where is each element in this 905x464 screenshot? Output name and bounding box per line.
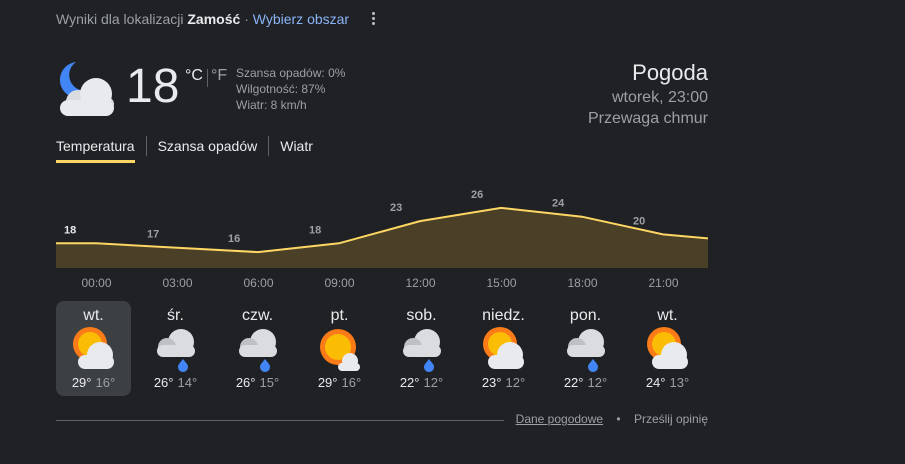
forecast-day-name: pt.: [330, 307, 349, 324]
send-feedback-link[interactable]: Prześlij opinię: [634, 412, 708, 426]
time-tick-label: 18:00: [567, 276, 598, 290]
mostly-sunny-icon: [319, 329, 360, 371]
location-line: Wyniki dla lokalizacji Zamość · Wybierz …: [56, 11, 349, 27]
time-tick-label: 00:00: [81, 276, 112, 290]
rain-cloud-icon: [156, 329, 195, 372]
forecast-day[interactable]: czw. 26° 15°: [220, 301, 295, 396]
location-separator: ·: [244, 11, 249, 27]
forecast-day[interactable]: śr. 26° 14°: [138, 301, 213, 396]
forecast-low: 14°: [177, 375, 198, 390]
chart-time-axis: 00:00 03:00 06:00 09:00 12:00 15:00 18:00 21:00: [56, 276, 708, 292]
footer-divider: [56, 420, 504, 421]
forecast-temps: 26° 14°: [138, 375, 213, 390]
time-tick-label: 03:00: [162, 276, 193, 290]
choose-area-link[interactable]: Wybierz obszar: [253, 11, 349, 27]
partly-sunny-icon: [72, 327, 114, 369]
time-tick-label: 12:00: [405, 276, 436, 290]
forecast-day[interactable]: pt. 29° 16°: [302, 301, 377, 396]
forecast-low: 12°: [587, 375, 608, 390]
forecast-day-name: czw.: [241, 307, 274, 324]
forecast-day-name: pon.: [569, 307, 602, 324]
rain-cloud-icon: [238, 329, 277, 372]
forecast-day[interactable]: wt. 24° 13°: [630, 301, 705, 396]
footer-dot: •: [616, 412, 621, 426]
forecast-temps: 29° 16°: [302, 375, 377, 390]
forecast-high: 22°: [399, 375, 420, 390]
forecast-high: 29°: [71, 375, 92, 390]
time-tick-label: 09:00: [324, 276, 355, 290]
daily-forecast: wt. 29° 16° śr. 26° 14° czw. 26° 15° pt. 29° 16° sob…: [56, 301, 712, 396]
rain-cloud-icon: [566, 329, 605, 372]
forecast-temps: 29° 16°: [56, 375, 131, 390]
temperature-data-label: 23: [390, 202, 402, 214]
temperature-data-label: 18: [309, 224, 321, 236]
weather-title: Pogoda: [632, 60, 708, 85]
time-tick-label: 15:00: [486, 276, 517, 290]
partly-sunny-icon: [482, 327, 524, 369]
forecast-temps: 23° 12°: [466, 375, 541, 390]
forecast-temps: 24° 13°: [630, 375, 705, 390]
forecast-day-name: wt.: [83, 307, 104, 324]
forecast-day[interactable]: niedz. 23° 12°: [466, 301, 541, 396]
weather-datetime: wtorek, 23:00: [611, 89, 708, 106]
footer: Dane pogodowe • Prześlij opinię: [516, 412, 708, 426]
forecast-day-name: sob.: [406, 307, 437, 324]
forecast-high: 24°: [645, 375, 666, 390]
temperature-data-label: 24: [552, 198, 565, 210]
wind-speed: Wiatr: 8 km/h: [236, 98, 307, 112]
forecast-high: 22°: [563, 375, 584, 390]
tab-divider: [145, 136, 147, 156]
forecast-low: 12°: [505, 375, 526, 390]
temperature-data-label: 17: [147, 229, 159, 241]
temperature-data-label: 18: [64, 224, 76, 236]
unit-fahrenheit-toggle[interactable]: °F: [211, 67, 227, 85]
time-tick-label: 06:00: [243, 276, 274, 290]
forecast-high: 26°: [153, 375, 174, 390]
weather-condition: Przewaga chmur: [587, 110, 708, 127]
forecast-day[interactable]: wt. 29° 16°: [56, 301, 131, 396]
partly-sunny-icon: [646, 327, 688, 369]
forecast-temps: 22° 12°: [384, 375, 459, 390]
current-temperature: 18: [126, 60, 180, 113]
temperature-data-label: 26: [471, 189, 483, 201]
forecast-day-name: śr.: [167, 307, 184, 324]
forecast-day[interactable]: pon. 22° 12°: [548, 301, 623, 396]
temperature-data-label: 20: [633, 215, 645, 227]
forecast-low: 13°: [669, 375, 690, 390]
current-details: Szansa opadów: 0% Wilgotność: 87% Wiatr:…: [236, 65, 345, 113]
humidity: Wilgotność: 87%: [236, 82, 326, 96]
temperature-chart: 18 17 16 18 23 26 24 20: [56, 189, 708, 268]
unit-celsius-toggle[interactable]: °C: [185, 67, 203, 85]
weather-data-link[interactable]: Dane pogodowe: [516, 412, 603, 426]
forecast-low: 16°: [95, 375, 116, 390]
forecast-low: 12°: [423, 375, 444, 390]
tab-temperature[interactable]: Temperatura: [56, 136, 135, 163]
tab-precipitation[interactable]: Szansa opadów: [158, 136, 258, 156]
location-prefix: Wyniki dla lokalizacji: [56, 11, 184, 27]
precipitation-chance: Szansa opadów: 0%: [236, 66, 346, 80]
time-tick-label: 21:00: [648, 276, 679, 290]
forecast-temps: 22° 12°: [548, 375, 623, 390]
forecast-low: 15°: [259, 375, 280, 390]
forecast-day-name: niedz.: [482, 307, 525, 324]
forecast-high: 23°: [481, 375, 502, 390]
forecast-high: 26°: [235, 375, 256, 390]
rain-cloud-icon: [402, 329, 441, 372]
forecast-low: 16°: [341, 375, 362, 390]
chart-tabs: Temperatura Szansa opadów Wiatr: [56, 136, 313, 163]
tab-divider: [268, 136, 270, 156]
unit-divider: [207, 69, 208, 87]
forecast-temps: 26° 15°: [220, 375, 295, 390]
tab-wind[interactable]: Wiatr: [280, 136, 313, 156]
more-options-icon[interactable]: [364, 10, 382, 30]
weather-header: Pogoda wtorek, 23:00 Przewaga chmur: [588, 59, 708, 129]
forecast-day[interactable]: sob. 22° 12°: [384, 301, 459, 396]
temperature-data-label: 16: [228, 233, 240, 245]
location-name: Zamość: [187, 11, 241, 27]
forecast-day-name: wt.: [657, 307, 678, 324]
partly-cloudy-night-icon: [59, 62, 114, 116]
forecast-high: 29°: [317, 375, 338, 390]
